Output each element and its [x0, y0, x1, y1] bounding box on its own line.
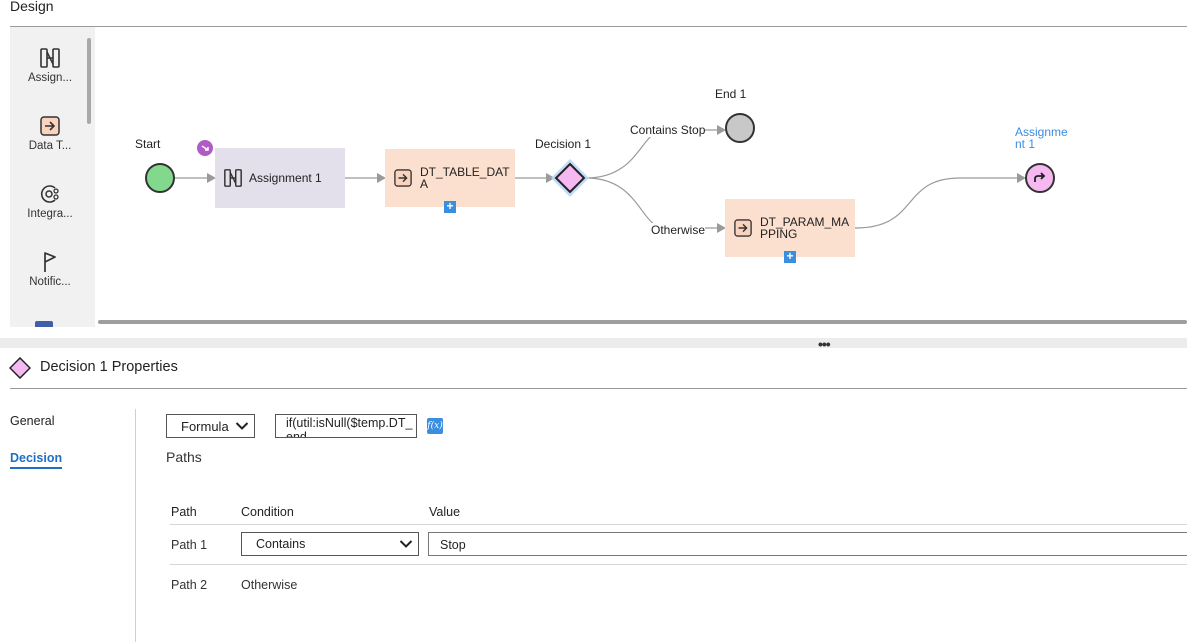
palette-scrollbar[interactable] — [87, 38, 91, 124]
palette-item-notification[interactable]: Notific... — [10, 251, 90, 288]
column-header-path: Path — [171, 505, 197, 519]
palette-item-label: Integra... — [27, 208, 73, 220]
paths-title: Paths — [166, 449, 202, 465]
end-1-node[interactable] — [725, 113, 755, 143]
path-2-condition: Otherwise — [241, 578, 298, 592]
palette-item-label: Data T... — [28, 140, 72, 152]
splitter-handle-icon[interactable]: ••• — [818, 336, 831, 352]
mode-select[interactable]: Formula — [166, 414, 255, 438]
dt-table-data-label: DT_TABLE_DAT A — [420, 165, 510, 191]
design-title: Design — [10, 0, 54, 14]
jump-target-label[interactable]: Assignme nt 1 — [1015, 126, 1068, 150]
start-node[interactable] — [145, 163, 175, 193]
data-task-icon — [734, 219, 752, 237]
tab-general[interactable]: General — [10, 414, 54, 428]
properties-divider — [10, 388, 1187, 389]
path-2-label: Path 2 — [171, 578, 208, 592]
formula-field[interactable]: if(util:isNull($temp.DT_ end — [275, 414, 417, 438]
path-1-value-input[interactable]: Stop — [428, 532, 1187, 556]
palette-next-item-icon — [35, 321, 53, 327]
otherwise-edge-label: Otherwise — [651, 223, 706, 237]
step-palette: Assign... Data T... Integra... Notific..… — [10, 27, 95, 327]
assignment-icon — [223, 168, 243, 188]
end-1-label: End 1 — [715, 87, 747, 101]
condition-select-value: Contains — [256, 537, 306, 551]
panel-splitter[interactable] — [0, 338, 1187, 348]
path-1-label: Path 1 — [171, 538, 208, 552]
formula-editor-icon[interactable]: f(x) — [427, 418, 443, 434]
add-step-button[interactable]: + — [444, 200, 456, 213]
assignment-variables-icon[interactable] — [197, 140, 213, 156]
notification-flag-icon — [10, 251, 90, 273]
column-header-condition: Condition — [241, 505, 294, 519]
table-header-divider — [170, 524, 1187, 525]
assignment-1-step[interactable]: Assignment 1 — [215, 148, 345, 208]
palette-item-assignment[interactable]: Assign... — [10, 47, 90, 84]
column-header-value: Value — [429, 505, 461, 519]
decision-icon — [9, 357, 31, 379]
properties-title: Decision 1 Properties — [40, 359, 178, 375]
dt-param-mapping-label: DT_PARAM_MA PPING — [760, 215, 850, 241]
jump-node[interactable] — [1025, 163, 1055, 193]
assignment-1-label: Assignment 1 — [249, 171, 322, 185]
jump-arrow-icon — [1034, 172, 1046, 182]
table-row-divider — [170, 564, 1187, 565]
palette-item-integration[interactable]: Integra... — [10, 183, 90, 220]
add-step-button[interactable]: + — [784, 250, 796, 263]
assignment-icon — [10, 47, 90, 69]
palette-item-label: Assign... — [27, 72, 73, 84]
decision-1-node[interactable] — [550, 158, 590, 198]
start-label: Start — [135, 137, 161, 151]
chevron-down-icon — [399, 540, 413, 548]
condition-select[interactable]: Contains — [241, 532, 419, 556]
palette-item-data-task[interactable]: Data T... — [10, 115, 90, 152]
palette-item-label: Notific... — [29, 276, 71, 288]
decision-1-label: Decision 1 — [535, 137, 592, 151]
data-task-icon — [10, 115, 90, 137]
tab-decision[interactable]: Decision — [10, 451, 63, 469]
contains-stop-edge-label: Contains Stop — [630, 123, 706, 137]
canvas-horizontal-scrollbar[interactable] — [98, 320, 1187, 324]
mode-select-value: Formula — [181, 418, 229, 434]
chevron-down-icon — [235, 422, 249, 430]
data-task-icon — [394, 169, 412, 187]
tabs-divider — [135, 409, 136, 642]
integration-icon — [10, 183, 90, 205]
